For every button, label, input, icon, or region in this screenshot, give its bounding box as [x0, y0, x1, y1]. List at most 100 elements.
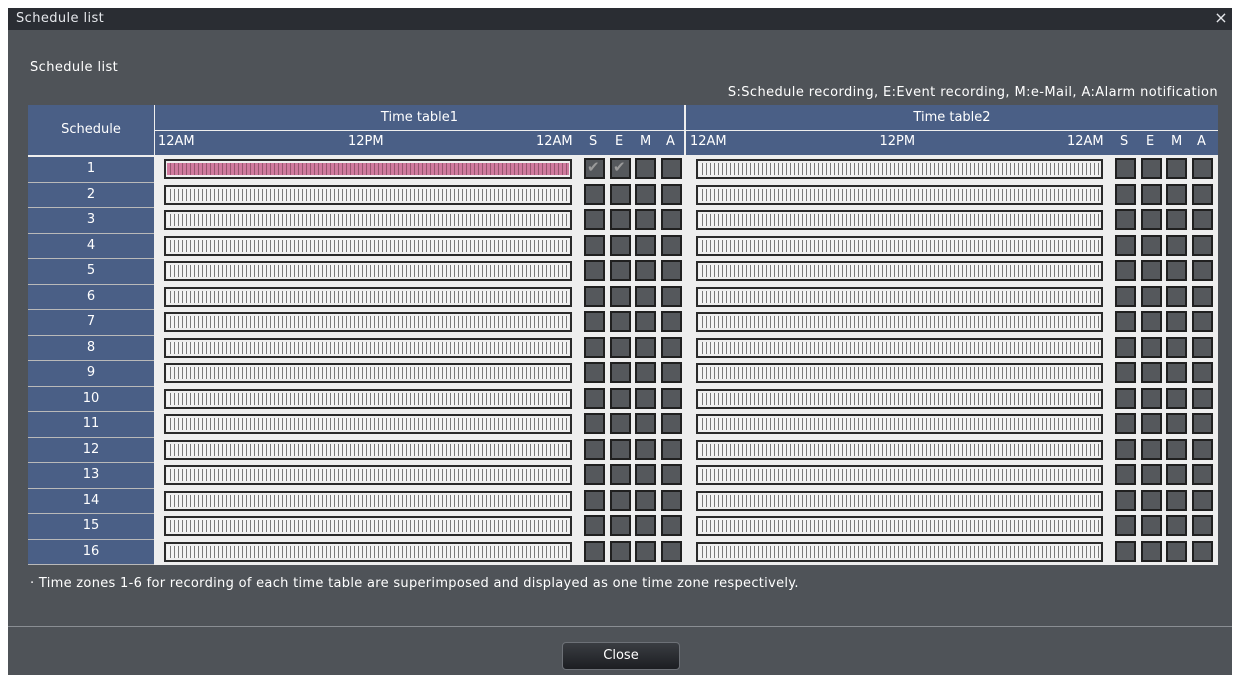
schedule-recording-checkbox[interactable]: [1115, 413, 1136, 434]
timezone-bar[interactable]: [696, 388, 1103, 409]
event-recording-checkbox[interactable]: [610, 540, 631, 562]
schedule-recording-checkbox[interactable]: [1115, 209, 1136, 230]
alarm-notification-checkbox[interactable]: [661, 158, 682, 179]
alarm-notification-checkbox[interactable]: [661, 413, 682, 434]
alarm-notification-checkbox[interactable]: [1192, 540, 1213, 562]
event-recording-checkbox[interactable]: [610, 489, 631, 511]
schedule-recording-checkbox[interactable]: [584, 209, 605, 230]
schedule-recording-checkbox[interactable]: [1115, 260, 1136, 281]
email-checkbox[interactable]: [635, 260, 656, 281]
event-recording-checkbox[interactable]: [610, 311, 631, 332]
email-checkbox[interactable]: [635, 234, 656, 256]
event-recording-checkbox[interactable]: [610, 387, 631, 409]
event-recording-checkbox[interactable]: [1141, 183, 1162, 205]
alarm-notification-checkbox[interactable]: [661, 209, 682, 230]
alarm-notification-checkbox[interactable]: [661, 285, 682, 307]
alarm-notification-checkbox[interactable]: [1192, 183, 1213, 205]
event-recording-checkbox[interactable]: [1141, 464, 1162, 485]
timezone-bar[interactable]: [696, 363, 1103, 383]
email-checkbox[interactable]: [635, 489, 656, 511]
timezone-bar[interactable]: [696, 235, 1103, 256]
event-recording-checkbox[interactable]: [1141, 413, 1162, 434]
timezone-bar[interactable]: [164, 337, 572, 358]
schedule-recording-checkbox[interactable]: [584, 387, 605, 409]
schedule-recording-checkbox[interactable]: [1115, 489, 1136, 511]
email-checkbox[interactable]: [635, 158, 656, 179]
schedule-recording-checkbox[interactable]: [584, 183, 605, 205]
email-checkbox[interactable]: [1166, 515, 1187, 536]
event-recording-checkbox[interactable]: [610, 158, 631, 179]
schedule-recording-checkbox[interactable]: [1115, 336, 1136, 358]
timezone-bar[interactable]: [164, 363, 572, 383]
timezone-bar[interactable]: [696, 337, 1103, 358]
alarm-notification-checkbox[interactable]: [661, 260, 682, 281]
email-checkbox[interactable]: [1166, 209, 1187, 230]
timezone-bar[interactable]: [696, 439, 1103, 460]
schedule-recording-checkbox[interactable]: [1115, 234, 1136, 256]
email-checkbox[interactable]: [1166, 285, 1187, 307]
close-button[interactable]: Close: [562, 642, 680, 670]
email-checkbox[interactable]: [1166, 336, 1187, 358]
event-recording-checkbox[interactable]: [1141, 438, 1162, 460]
event-recording-checkbox[interactable]: [610, 413, 631, 434]
alarm-notification-checkbox[interactable]: [1192, 464, 1213, 485]
timezone-bar[interactable]: [696, 261, 1103, 281]
schedule-recording-checkbox[interactable]: [584, 311, 605, 332]
event-recording-checkbox[interactable]: [610, 234, 631, 256]
alarm-notification-checkbox[interactable]: [1192, 209, 1213, 230]
timezone-bar[interactable]: [696, 184, 1103, 205]
schedule-recording-checkbox[interactable]: [1115, 464, 1136, 485]
alarm-notification-checkbox[interactable]: [661, 336, 682, 358]
event-recording-checkbox[interactable]: [610, 336, 631, 358]
alarm-notification-checkbox[interactable]: [1192, 336, 1213, 358]
timezone-bar[interactable]: [164, 184, 572, 205]
schedule-recording-checkbox[interactable]: [584, 234, 605, 256]
event-recording-checkbox[interactable]: [1141, 260, 1162, 281]
timezone-bar[interactable]: [164, 465, 572, 485]
timezone-bar[interactable]: [164, 235, 572, 256]
email-checkbox[interactable]: [1166, 464, 1187, 485]
timezone-bar[interactable]: [164, 439, 572, 460]
timezone-bar[interactable]: [164, 210, 572, 230]
alarm-notification-checkbox[interactable]: [661, 515, 682, 536]
schedule-recording-checkbox[interactable]: [584, 438, 605, 460]
event-recording-checkbox[interactable]: [610, 464, 631, 485]
timezone-bar[interactable]: [696, 312, 1103, 332]
alarm-notification-checkbox[interactable]: [1192, 311, 1213, 332]
alarm-notification-checkbox[interactable]: [661, 311, 682, 332]
email-checkbox[interactable]: [635, 362, 656, 383]
alarm-notification-checkbox[interactable]: [661, 464, 682, 485]
email-checkbox[interactable]: [1166, 311, 1187, 332]
alarm-notification-checkbox[interactable]: [661, 387, 682, 409]
email-checkbox[interactable]: [1166, 413, 1187, 434]
event-recording-checkbox[interactable]: [1141, 209, 1162, 230]
email-checkbox[interactable]: [1166, 362, 1187, 383]
event-recording-checkbox[interactable]: [610, 362, 631, 383]
schedule-recording-checkbox[interactable]: [1115, 540, 1136, 562]
timezone-bar[interactable]: [696, 414, 1103, 434]
alarm-notification-checkbox[interactable]: [1192, 515, 1213, 536]
timezone-bar[interactable]: [164, 490, 572, 511]
event-recording-checkbox[interactable]: [610, 209, 631, 230]
schedule-recording-checkbox[interactable]: [584, 260, 605, 281]
event-recording-checkbox[interactable]: [1141, 285, 1162, 307]
alarm-notification-checkbox[interactable]: [1192, 438, 1213, 460]
schedule-recording-checkbox[interactable]: [584, 158, 605, 179]
schedule-recording-checkbox[interactable]: [584, 413, 605, 434]
alarm-notification-checkbox[interactable]: [661, 489, 682, 511]
email-checkbox[interactable]: [635, 311, 656, 332]
timezone-bar[interactable]: [164, 261, 572, 281]
timezone-bar[interactable]: [696, 210, 1103, 230]
schedule-recording-checkbox[interactable]: [1115, 515, 1136, 536]
schedule-recording-checkbox[interactable]: [1115, 362, 1136, 383]
event-recording-checkbox[interactable]: [1141, 158, 1162, 179]
email-checkbox[interactable]: [1166, 158, 1187, 179]
event-recording-checkbox[interactable]: [1141, 489, 1162, 511]
email-checkbox[interactable]: [635, 464, 656, 485]
event-recording-checkbox[interactable]: [610, 438, 631, 460]
event-recording-checkbox[interactable]: [1141, 387, 1162, 409]
alarm-notification-checkbox[interactable]: [1192, 285, 1213, 307]
timezone-bar[interactable]: [696, 490, 1103, 511]
email-checkbox[interactable]: [635, 285, 656, 307]
email-checkbox[interactable]: [635, 413, 656, 434]
